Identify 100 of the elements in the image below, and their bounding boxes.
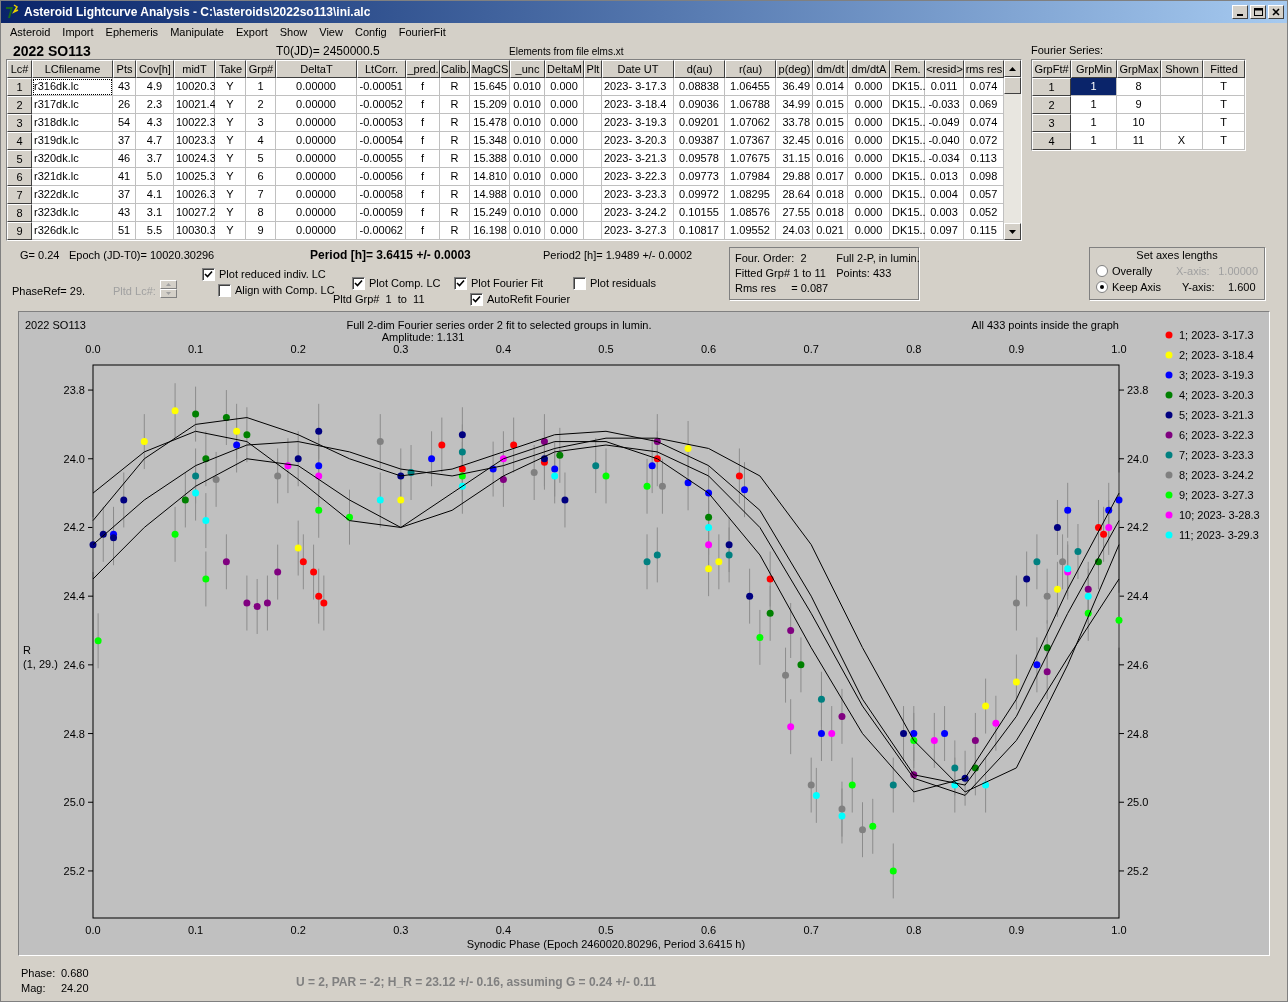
column-header[interactable]: Rem. [890, 60, 925, 78]
table-cell: R [440, 78, 470, 96]
table-cell: 0.00000 [276, 78, 357, 96]
column-header[interactable]: midT [174, 60, 215, 78]
column-header[interactable]: r(au) [725, 60, 776, 78]
row-header[interactable]: 4 [1032, 132, 1071, 150]
table-cell: 0.00000 [276, 114, 357, 132]
table-cell: 15.478 [470, 114, 510, 132]
row-header[interactable]: 1 [1032, 78, 1071, 96]
amplitude-label: Amplitude: 1.131 [381, 331, 465, 343]
table-cell: 0.010 [510, 78, 545, 96]
menu-item[interactable]: Export [229, 23, 274, 41]
menu-item[interactable]: Manipulate [164, 23, 230, 41]
row-header[interactable]: 3 [1032, 114, 1071, 132]
tick-label: 0.3 [393, 924, 409, 936]
menu-item[interactable]: FourierFit [392, 23, 452, 41]
row-header[interactable]: 7 [7, 186, 32, 204]
row-header[interactable]: 1 [7, 78, 32, 96]
table-cell: f [406, 204, 440, 222]
table-cell: 1.06788 [725, 96, 776, 114]
tick-label: 0.9 [1008, 343, 1025, 355]
column-header[interactable]: dm/dtA [848, 60, 890, 78]
column-header[interactable]: GrpFt# [1032, 60, 1071, 78]
fit-info-text: Four. Order: 2 [735, 251, 808, 266]
tick-label: 24.2 [1127, 521, 1149, 534]
table-cell: 6 [246, 168, 276, 186]
column-header[interactable]: Cov[h] [136, 60, 174, 78]
fourier-label: Fourier Series: [1031, 43, 1105, 58]
column-header[interactable]: DeltaM [545, 60, 584, 78]
table-cell: R [440, 204, 470, 222]
row-header[interactable]: 4 [7, 132, 32, 150]
menu-item[interactable]: Show [273, 23, 314, 41]
row-header[interactable]: 9 [7, 222, 32, 240]
column-header[interactable]: p(deg) [776, 60, 813, 78]
table-cell: DK15.. [890, 78, 925, 96]
menu-item[interactable]: Config [348, 23, 393, 41]
column-header[interactable]: _unc [510, 60, 545, 78]
table-cell: R [440, 168, 470, 186]
table-cell: 1.08295 [725, 186, 776, 204]
table-cell: Y [215, 114, 246, 132]
column-header[interactable]: <resid> [925, 60, 964, 78]
table-cell: 0.069 [964, 96, 1004, 114]
column-header[interactable]: Shown [1161, 60, 1203, 78]
table-cell: T [1203, 96, 1245, 114]
row-header[interactable]: 5 [7, 150, 32, 168]
column-header[interactable]: _pred. [406, 60, 440, 78]
tick-label: 0.0 [85, 343, 101, 355]
table-cell: -0.00059 [357, 204, 406, 222]
column-header[interactable]: MagCS [470, 60, 510, 78]
menu-item[interactable]: Ephemeris [99, 23, 165, 41]
column-header[interactable]: Plt [584, 60, 602, 78]
menu-item[interactable]: Asteroid [4, 23, 57, 41]
column-header[interactable]: Calib. [440, 60, 470, 78]
menu-item[interactable]: Import [56, 23, 100, 41]
row-header[interactable]: 6 [7, 168, 32, 186]
table-cell: 1.07367 [725, 132, 776, 150]
column-header[interactable]: Date UT [602, 60, 674, 78]
column-header[interactable]: Grp# [246, 60, 276, 78]
table-cell: 0.10817 [674, 222, 725, 240]
table-cell: 0.000 [848, 114, 890, 132]
table-cell: 0.003 [925, 204, 964, 222]
menu-item[interactable]: View [313, 23, 349, 41]
legend-label: 3; 2023- 3-19.3 [1179, 369, 1254, 381]
column-header[interactable]: Lc# [7, 60, 32, 78]
table-cell: 8 [1117, 78, 1161, 96]
table-cell: 1.08576 [725, 204, 776, 222]
column-header[interactable]: Pts [113, 60, 136, 78]
phase-value: 0.680 [61, 966, 90, 981]
row-header[interactable]: 2 [7, 96, 32, 114]
table-cell: 5.5 [136, 222, 174, 240]
column-header[interactable]: LCfilename [32, 60, 113, 78]
table-cell: -0.00051 [357, 78, 406, 96]
table-cell: Y [215, 78, 246, 96]
tick-label: 0.1 [187, 924, 204, 936]
table-cell: Y [215, 150, 246, 168]
column-header[interactable]: Fitted [1203, 60, 1245, 78]
column-header[interactable]: GrpMin [1071, 60, 1117, 78]
column-header[interactable]: GrpMax [1117, 60, 1161, 78]
tick-label: 0.6 [700, 924, 717, 936]
table-cell: 15.388 [470, 150, 510, 168]
table-cell: 10023.3 [174, 132, 215, 150]
table-cell: 10024.3 [174, 150, 215, 168]
table-cell: 1 [1071, 114, 1117, 132]
column-header[interactable]: LtCorr. [357, 60, 406, 78]
table-cell: f [406, 150, 440, 168]
column-header[interactable]: rms res [964, 60, 1004, 78]
table-cell: Y [215, 168, 246, 186]
column-header[interactable]: Take [215, 60, 246, 78]
table-cell: 4.9 [136, 78, 174, 96]
checkbox-label: Plot Fourier Fit [471, 275, 544, 291]
column-header[interactable]: d(au) [674, 60, 725, 78]
row-header[interactable]: 3 [7, 114, 32, 132]
table-cell: 43 [113, 204, 136, 222]
table-cell: 51 [113, 222, 136, 240]
column-header[interactable]: DeltaT [276, 60, 357, 78]
object-name: 2022 SO113 [13, 43, 92, 59]
row-header[interactable]: 8 [7, 204, 32, 222]
column-header[interactable]: dm/dt [813, 60, 848, 78]
legend-label: 1; 2023- 3-17.3 [1179, 329, 1254, 341]
row-header[interactable]: 2 [1032, 96, 1071, 114]
